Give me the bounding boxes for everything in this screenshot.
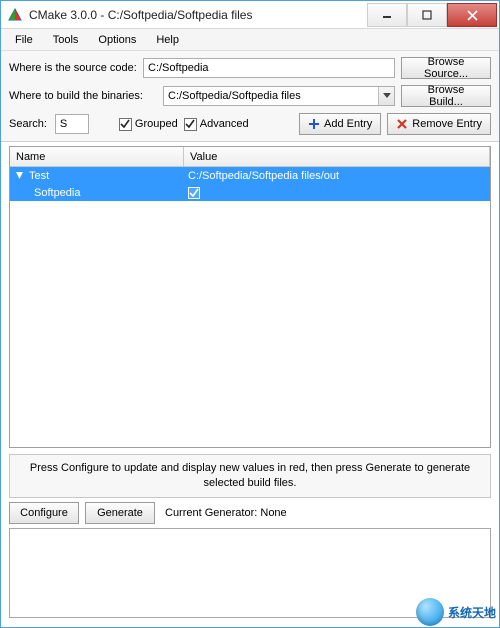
check-icon [185, 119, 195, 129]
grouped-checkbox[interactable]: Grouped [119, 118, 178, 131]
maximize-button[interactable] [407, 3, 447, 27]
minimize-button[interactable] [367, 3, 407, 27]
helper-text: Press Configure to update and display ne… [9, 454, 491, 498]
check-icon [120, 119, 130, 129]
title-bar: CMake 3.0.0 - C:/Softpedia/Softpedia fil… [1, 1, 499, 29]
app-icon [7, 7, 23, 23]
delete-icon [396, 118, 408, 130]
generate-button[interactable]: Generate [85, 502, 155, 524]
configure-button[interactable]: Configure [9, 502, 79, 524]
remove-entry-label: Remove Entry [412, 118, 482, 130]
cache-table: Name Value Test C:/Softpedia/Softpedia f… [9, 146, 491, 448]
config-panel: Where is the source code: Browse Source.… [1, 51, 499, 142]
current-generator-label: Current Generator: None [165, 507, 287, 519]
browse-source-button[interactable]: Browse Source... [401, 57, 491, 79]
generate-label: Generate [97, 507, 143, 519]
table-header: Name Value [10, 147, 490, 167]
add-entry-button[interactable]: Add Entry [299, 113, 381, 135]
menu-tools[interactable]: Tools [45, 32, 87, 48]
menu-bar: File Tools Options Help [1, 29, 499, 51]
maximize-icon [422, 10, 432, 20]
menu-file[interactable]: File [7, 32, 41, 48]
search-input[interactable] [55, 114, 89, 134]
output-pane[interactable] [9, 528, 491, 618]
remove-entry-button[interactable]: Remove Entry [387, 113, 491, 135]
cell-checkbox[interactable] [188, 187, 200, 199]
browse-source-label: Browse Source... [410, 56, 482, 80]
browse-build-label: Browse Build... [410, 84, 482, 108]
add-entry-label: Add Entry [324, 118, 372, 130]
chevron-down-icon [383, 93, 391, 99]
build-label: Where to build the binaries: [9, 90, 157, 102]
close-button[interactable] [447, 3, 497, 27]
build-combo-arrow[interactable] [378, 87, 394, 105]
plus-icon [308, 118, 320, 130]
minimize-icon [382, 10, 392, 20]
configure-label: Configure [20, 507, 68, 519]
table-row[interactable]: Softpedia [10, 184, 490, 201]
advanced-checkbox[interactable]: Advanced [184, 118, 249, 131]
close-icon [467, 10, 478, 21]
source-input[interactable] [143, 58, 395, 78]
browse-build-button[interactable]: Browse Build... [401, 85, 491, 107]
grouped-label: Grouped [135, 118, 178, 130]
header-name[interactable]: Name [10, 147, 184, 166]
build-input[interactable] [163, 86, 395, 106]
source-label: Where is the source code: [9, 62, 137, 74]
window-controls [367, 2, 499, 27]
header-value[interactable]: Value [184, 147, 490, 166]
window-title: CMake 3.0.0 - C:/Softpedia/Softpedia fil… [29, 8, 252, 22]
advanced-label: Advanced [200, 118, 249, 130]
search-label: Search: [9, 118, 47, 130]
menu-help[interactable]: Help [148, 32, 187, 48]
table-body: Test C:/Softpedia/Softpedia files/out So… [10, 167, 490, 447]
menu-options[interactable]: Options [90, 32, 144, 48]
cell-name: Test [29, 170, 49, 182]
tree-collapse-icon[interactable] [14, 170, 25, 181]
check-icon [189, 188, 199, 198]
action-row: Configure Generate Current Generator: No… [9, 502, 491, 524]
cell-value: C:/Softpedia/Softpedia files/out [188, 170, 339, 182]
table-row[interactable]: Test C:/Softpedia/Softpedia files/out [10, 167, 490, 184]
cell-name: Softpedia [34, 187, 80, 199]
